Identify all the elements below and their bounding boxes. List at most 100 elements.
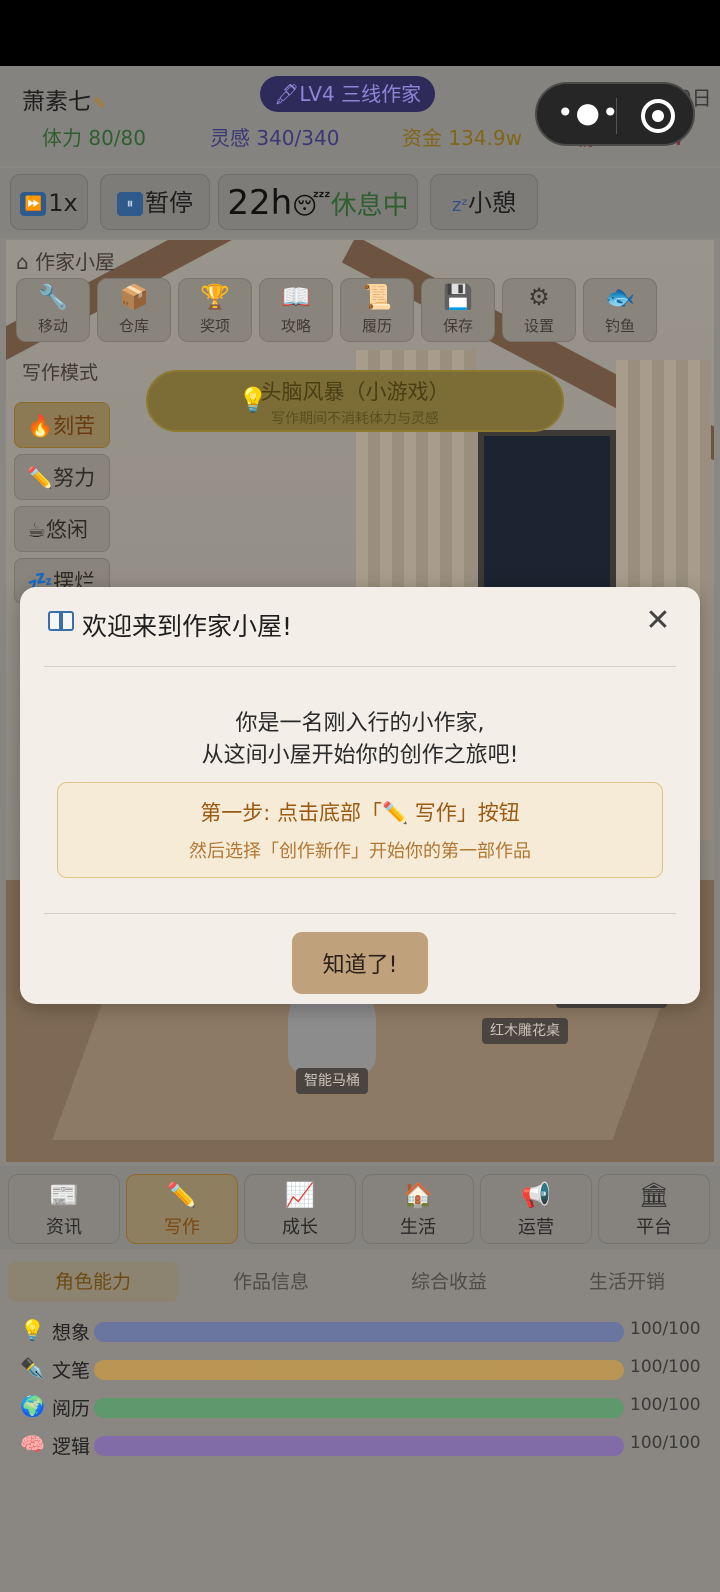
tab-income[interactable]: 综合收益 xyxy=(364,1262,534,1302)
attr-logic: 🧠 逻辑 100/100 xyxy=(0,1430,720,1460)
attr-writing: ✒️ 文笔 100/100 xyxy=(0,1354,720,1384)
attr-label: 文笔 xyxy=(52,1360,91,1382)
pen-icon: 🖋 xyxy=(274,82,300,106)
mode-label: 悠闲 xyxy=(45,518,88,542)
bulb-icon: 💡 xyxy=(20,1318,45,1342)
brain-icon: 🧠 xyxy=(20,1432,45,1456)
attr-label: 逻辑 xyxy=(52,1436,91,1458)
step-sub-text: 然后选择「创作新作」开始你的第一部作品 xyxy=(189,841,531,862)
pencil-icon: ✏️ xyxy=(27,466,54,490)
nav-label: 资讯 xyxy=(46,1217,82,1238)
rest-status: 休息中 xyxy=(330,191,409,221)
floppy-disk-icon: 💾 xyxy=(443,283,473,311)
mode-leisure[interactable]: ☕悠闲 xyxy=(14,506,110,552)
room-title-text: 作家小屋 xyxy=(35,250,116,274)
speed-label: 1x xyxy=(48,189,78,217)
mode-diligent[interactable]: 🔥刻苦 xyxy=(14,402,110,448)
pause-button[interactable]: ⏸ 暂停 xyxy=(100,174,210,230)
tool-label: 设置 xyxy=(523,317,554,335)
time-controls: ⏩ 1x ⏸ 暂停 22h😴休息中 zᶻ小憩 xyxy=(0,168,720,238)
close-miniprogram-icon[interactable] xyxy=(641,99,675,133)
attr-label: 想象 xyxy=(52,1322,91,1344)
house-icon: 🏠 xyxy=(403,1181,433,1209)
chart-icon: 📈 xyxy=(285,1181,315,1209)
attr-value: 100/100 xyxy=(630,1319,701,1339)
attr-value: 100/100 xyxy=(630,1395,701,1415)
close-icon[interactable]: ✕ xyxy=(638,601,678,641)
mode-label: 刻苦 xyxy=(53,414,96,438)
writing-mode-title: 写作模式 xyxy=(22,362,99,384)
box-icon: 📦 xyxy=(119,283,149,311)
nav-platform[interactable]: 🏛 平台 xyxy=(598,1174,710,1244)
tool-fishing[interactable]: 🐟 钓鱼 xyxy=(583,278,657,342)
nav-label: 生活 xyxy=(400,1217,436,1238)
inspiration-stat: 灵感 340/340 xyxy=(210,126,340,150)
nav-life[interactable]: 🏠 生活 xyxy=(362,1174,474,1244)
speed-button[interactable]: ⏩ 1x xyxy=(10,174,88,230)
open-book-icon xyxy=(48,609,76,633)
house-icon: ⌂ xyxy=(16,250,29,274)
building-icon: 🏛 xyxy=(638,1181,670,1209)
sleepy-face-icon: 😴 xyxy=(292,192,331,220)
player-name-text: 萧素七 xyxy=(22,89,91,115)
nav-growth[interactable]: 📈 成长 xyxy=(244,1174,356,1244)
nav-label: 成长 xyxy=(282,1217,318,1238)
player-name[interactable]: 萧素七 ✎ xyxy=(22,82,106,116)
attr-imagination: 💡 想象 100/100 xyxy=(0,1316,720,1346)
status-bar xyxy=(0,0,720,66)
got-it-button[interactable]: 知道了! xyxy=(292,932,428,994)
bottom-nav: 📰 资讯 ✏️ 写作 📈 成长 🏠 生活 📢 运营 🏛 平台 xyxy=(0,1166,720,1250)
tool-warehouse[interactable]: 📦 仓库 xyxy=(97,278,171,342)
divider xyxy=(44,913,676,914)
pen-icon: ✒️ xyxy=(20,1356,45,1380)
tool-save[interactable]: 💾 保存 xyxy=(421,278,495,342)
nav-write[interactable]: ✏️ 写作 xyxy=(126,1174,238,1244)
fire-icon: 🔥 xyxy=(27,414,54,438)
tab-expenses[interactable]: 生活开销 xyxy=(542,1262,712,1302)
attr-bar xyxy=(94,1322,624,1342)
nav-label: 写作 xyxy=(164,1217,200,1238)
scroll-icon: 📜 xyxy=(362,283,392,311)
brainstorm-minigame-button[interactable]: 💡 头脑风暴（小游戏） 写作期间不消耗体力与灵感 xyxy=(146,370,564,432)
nav-news[interactable]: 📰 资讯 xyxy=(8,1174,120,1244)
edit-pencil-icon[interactable]: ✎ xyxy=(93,94,106,113)
tool-label: 保存 xyxy=(442,317,473,335)
trophy-icon: 🏆 xyxy=(200,283,230,311)
book-icon: 📖 xyxy=(281,283,311,311)
tab-abilities[interactable]: 角色能力 xyxy=(8,1262,178,1302)
tool-label: 钓鱼 xyxy=(604,317,635,335)
pause-label: 暂停 xyxy=(145,189,193,217)
attr-bar xyxy=(94,1436,624,1456)
tool-awards[interactable]: 🏆 奖项 xyxy=(178,278,252,342)
step-main-text: 第一步: 点击底部「✏️ 写作」按钮 xyxy=(200,801,520,825)
info-subtabs: 角色能力 作品信息 综合收益 生活开销 xyxy=(0,1258,720,1306)
nap-button[interactable]: zᶻ小憩 xyxy=(430,174,538,230)
tool-move[interactable]: 🔧 移动 xyxy=(16,278,90,342)
more-menu-icon[interactable]: •●• xyxy=(557,98,620,128)
step-hint-box: 第一步: 点击底部「✏️ 写作」按钮 然后选择「创作新作」开始你的第一部作品 xyxy=(57,782,663,878)
tool-label: 仓库 xyxy=(118,317,149,335)
miniprogram-capsule: •●• xyxy=(535,82,695,146)
attr-experience: 🌍 阅历 100/100 xyxy=(0,1392,720,1422)
tool-settings[interactable]: ⚙ 设置 xyxy=(502,278,576,342)
fish-icon: 🐟 xyxy=(605,283,635,311)
nav-label: 运营 xyxy=(518,1217,554,1238)
megaphone-icon: 📢 xyxy=(521,1181,551,1209)
tool-label: 移动 xyxy=(37,317,68,335)
tool-label: 攻略 xyxy=(280,317,311,335)
gear-icon: ⚙ xyxy=(528,283,550,311)
tool-guide[interactable]: 📖 攻略 xyxy=(259,278,333,342)
tool-resume[interactable]: 📜 履历 xyxy=(340,278,414,342)
nav-operations[interactable]: 📢 运营 xyxy=(480,1174,592,1244)
mode-effort[interactable]: ✏️努力 xyxy=(14,454,110,500)
capsule-separator xyxy=(616,98,617,134)
tab-works[interactable]: 作品信息 xyxy=(186,1262,356,1302)
time-display: 22h😴休息中 xyxy=(218,174,418,230)
tool-label: 履历 xyxy=(361,317,392,335)
time-text: 22h xyxy=(227,183,293,223)
wrench-icon: 🔧 xyxy=(38,283,68,311)
newspaper-icon: 📰 xyxy=(49,1181,79,1209)
globe-icon: 🌍 xyxy=(20,1394,45,1418)
level-badge: 🖋LV4 三线作家 xyxy=(260,76,436,112)
level-text: LV4 三线作家 xyxy=(299,82,422,106)
